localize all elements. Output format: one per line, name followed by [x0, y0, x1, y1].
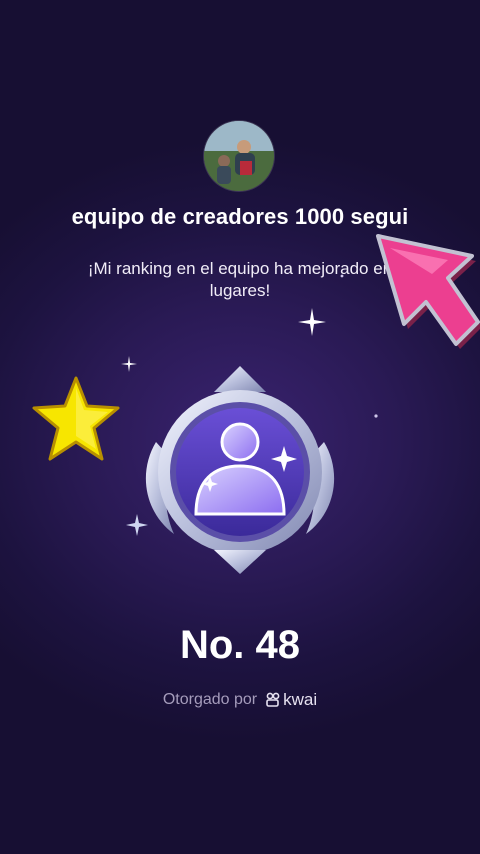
kwai-logo-icon: [266, 692, 280, 707]
avatar-photo-icon: [204, 121, 274, 191]
brand-name: kwai: [283, 690, 318, 709]
ranking-message-line2: lugares!: [209, 281, 271, 300]
sparkle-icon: [374, 414, 378, 418]
pink-arrow-cursor-sticker-icon: [376, 234, 480, 349]
yellow-star-sticker-icon: [32, 376, 120, 461]
user-avatar[interactable]: [204, 121, 274, 191]
ranking-message-line1: ¡Mi ranking en el equipo ha mejorado en: [87, 259, 393, 278]
silver-user-medal-icon: [145, 366, 335, 574]
awarded-by: Otorgado por kwai: [0, 690, 480, 710]
brand: kwai: [265, 690, 317, 710]
sparkle-icon: [340, 274, 344, 278]
rank-number: No. 48: [179, 623, 301, 667]
awarded-label: Otorgado por: [162, 691, 258, 708]
sparkle-icon: [298, 308, 326, 336]
